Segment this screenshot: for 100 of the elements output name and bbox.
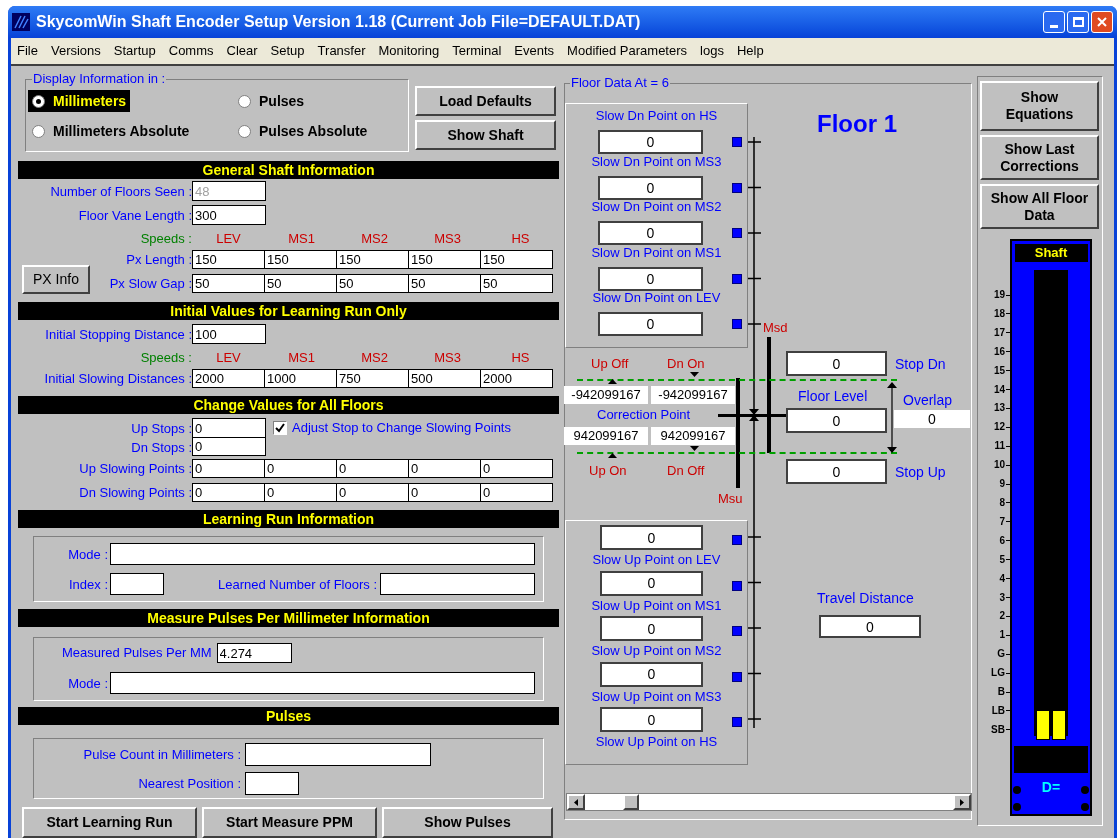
input-field[interactable]: 0 — [336, 482, 409, 502]
button[interactable]: Show Pulses — [382, 807, 553, 838]
input-field[interactable]: 50 — [192, 273, 265, 293]
input-field[interactable]: 0 — [600, 707, 703, 732]
input-field[interactable]: 0 — [408, 458, 481, 478]
input-field[interactable]: 0 — [786, 408, 887, 433]
input-field[interactable]: 4.274 — [216, 643, 292, 663]
input-field[interactable]: 0 — [598, 221, 703, 245]
button[interactable]: PX Info — [22, 265, 90, 294]
input-field[interactable]: 0 — [600, 570, 703, 596]
menu-item[interactable]: Startup — [113, 41, 156, 61]
close-icon[interactable] — [1091, 11, 1113, 33]
button[interactable]: Start Measure PPM — [202, 807, 377, 838]
field-label: Initial Stopping Distance : — [45, 327, 192, 342]
input-field[interactable]: 0 — [819, 615, 921, 638]
input-field[interactable]: 0 — [598, 130, 703, 154]
floor-number: 12 — [993, 421, 1005, 434]
input-field[interactable]: 0 — [264, 458, 337, 478]
menu-item[interactable]: Versions — [50, 41, 101, 61]
input-field[interactable]: 1000 — [264, 368, 337, 388]
floor-number: 10 — [993, 459, 1005, 472]
input-field[interactable]: 150 — [408, 249, 481, 269]
input-field[interactable]: 50 — [264, 273, 337, 293]
input-field[interactable] — [110, 573, 164, 595]
menu-item[interactable]: Monitoring — [378, 41, 440, 61]
floor-number: 17 — [993, 326, 1005, 339]
radio-icon — [238, 94, 251, 108]
radio-option[interactable]: Millimeters — [28, 90, 131, 112]
input-field[interactable]: 0 — [600, 661, 703, 687]
floor-number: B — [997, 686, 1005, 699]
input-field[interactable]: 0 — [598, 175, 703, 200]
button[interactable]: Start Learning Run — [22, 807, 197, 838]
input-field[interactable]: 50 — [408, 273, 481, 293]
input-field[interactable]: 0 — [786, 459, 887, 484]
input-field[interactable]: 750 — [336, 368, 409, 388]
input-field[interactable]: 50 — [480, 273, 553, 293]
input-field[interactable]: 2000 — [480, 368, 553, 388]
input-field[interactable]: 300 — [192, 205, 266, 225]
input-field[interactable]: 150 — [480, 249, 553, 269]
input-field[interactable]: 0 — [192, 458, 265, 478]
minimize-icon[interactable] — [1043, 11, 1065, 33]
radio-option[interactable]: Pulses — [234, 90, 309, 112]
menu-item[interactable]: File — [17, 41, 38, 61]
input-field[interactable]: 0 — [192, 482, 265, 502]
speed-heading: HS — [511, 350, 530, 365]
input-field[interactable]: 150 — [336, 249, 409, 269]
input-field[interactable]: 0 — [600, 616, 703, 641]
button[interactable]: Show Last Corrections — [980, 135, 1099, 180]
input-field[interactable]: 0 — [598, 266, 703, 291]
input-field[interactable]: 0 — [192, 418, 266, 438]
input-field[interactable]: 100 — [192, 324, 266, 344]
menu-item[interactable]: Terminal — [452, 41, 502, 61]
menu-item[interactable]: logs — [700, 41, 724, 61]
input-field[interactable]: 0 — [786, 351, 887, 376]
input-field[interactable] — [110, 543, 535, 565]
input-field[interactable]: -942099167 — [651, 386, 735, 404]
input-field[interactable]: 0 — [336, 458, 409, 478]
input-field[interactable]: 0 — [598, 312, 703, 336]
input-field[interactable] — [245, 771, 299, 795]
scrollbar[interactable] — [566, 793, 972, 811]
input-field[interactable]: 150 — [264, 249, 337, 269]
maximize-icon[interactable] — [1067, 11, 1089, 33]
input-field[interactable]: 500 — [408, 368, 481, 388]
input-field[interactable] — [245, 742, 431, 766]
input-field[interactable]: 0 — [408, 482, 481, 502]
menu-item[interactable]: Help — [736, 41, 764, 61]
input-field[interactable]: 0 — [894, 410, 970, 428]
field-label: Slow Up Point on HS — [594, 734, 719, 750]
input-field[interactable]: 2000 — [192, 368, 265, 388]
input-field[interactable]: 0 — [480, 482, 553, 502]
button[interactable]: Load Defaults — [415, 86, 556, 116]
button[interactable]: Show All Floor Data — [980, 184, 1099, 229]
button[interactable]: Show Equations — [980, 81, 1099, 131]
menu-item[interactable]: Setup — [270, 41, 305, 61]
menu-item[interactable]: Events — [514, 41, 555, 61]
input-field[interactable]: 0 — [480, 458, 553, 478]
input-field[interactable]: 0 — [264, 482, 337, 502]
input-field[interactable] — [380, 573, 535, 595]
section-heading: Learning Run Information — [18, 510, 559, 528]
button[interactable]: Show Shaft — [415, 120, 556, 150]
input-field[interactable]: 942099167 — [651, 427, 735, 445]
input-field[interactable]: 50 — [336, 273, 409, 293]
floor-number: 13 — [993, 402, 1005, 415]
input-field[interactable]: 942099167 — [564, 427, 648, 445]
radio-option[interactable]: Millimeters Absolute — [28, 120, 194, 142]
marker-icon — [732, 626, 742, 636]
menu-item[interactable]: Transfer — [317, 41, 366, 61]
input-field[interactable]: 0 — [192, 437, 266, 456]
menu-item[interactable]: Modified Parameters — [567, 41, 688, 61]
input-field[interactable]: -942099167 — [564, 386, 648, 404]
radio-option[interactable]: Pulses Absolute — [234, 120, 372, 142]
scroll-thumb[interactable] — [623, 794, 639, 810]
input-field[interactable]: 150 — [192, 249, 265, 269]
input-field[interactable] — [110, 672, 535, 694]
menu-item[interactable]: Comms — [168, 41, 214, 61]
field-label: Slow Dn Point on MS3 — [590, 153, 723, 170]
checkbox[interactable] — [273, 421, 287, 435]
input-field[interactable]: 0 — [600, 525, 703, 550]
floor-number: 7 — [999, 515, 1005, 528]
menu-item[interactable]: Clear — [226, 41, 258, 61]
